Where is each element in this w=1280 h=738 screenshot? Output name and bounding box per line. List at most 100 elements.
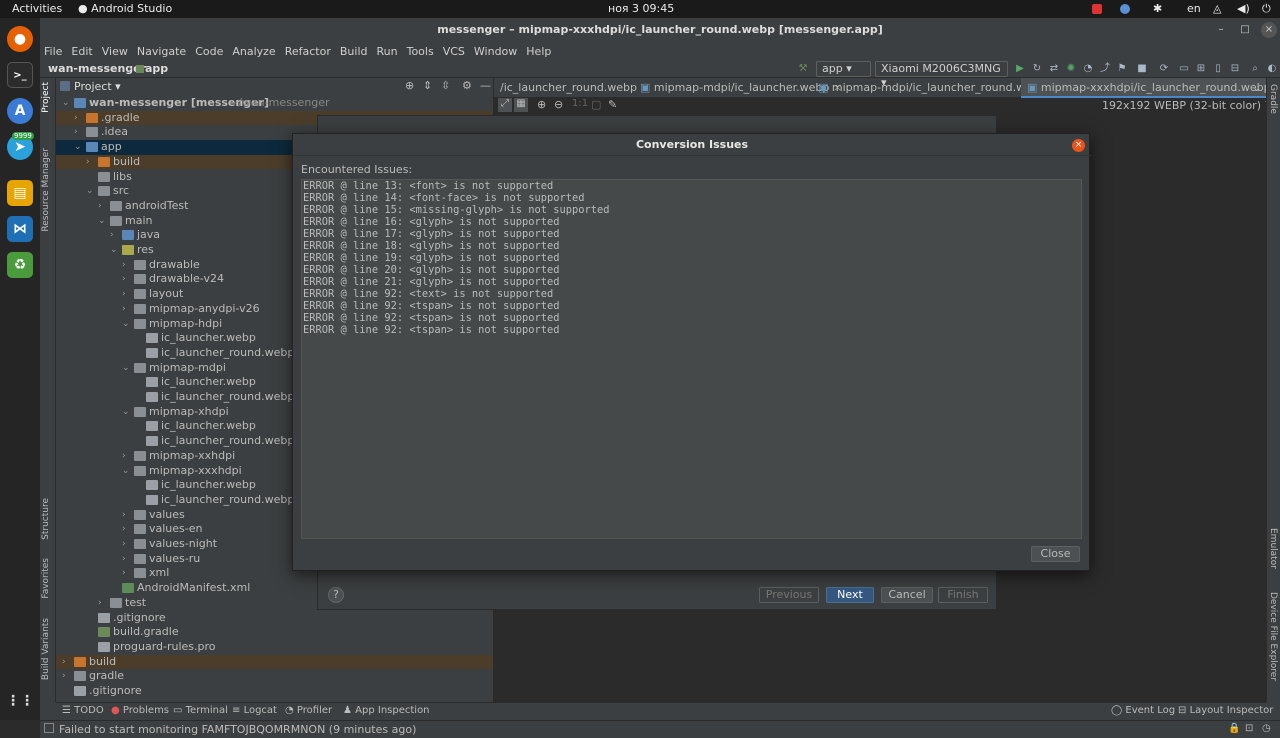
menu-file[interactable]: File	[44, 45, 62, 58]
menu-build[interactable]: Build	[340, 45, 368, 58]
tree-item[interactable]: build.gradle	[56, 625, 493, 640]
power-icon[interactable]: ⏻	[1262, 2, 1271, 16]
zoom-in-icon[interactable]: ⊕	[537, 98, 546, 111]
chevron-down-icon[interactable]: ⌄	[62, 96, 72, 111]
chevron-right-icon[interactable]: ›	[110, 228, 120, 243]
wifi-icon[interactable]: ◬	[1213, 2, 1221, 15]
apply-changes-icon[interactable]: ↻	[1030, 62, 1044, 76]
memory-indicator-icon[interactable]: ⊡	[1245, 723, 1253, 734]
tab-ic-launcher-round[interactable]: /ic_launcher_round.webp ×	[494, 78, 656, 98]
android-studio-icon[interactable]: A	[7, 98, 33, 124]
chevron-down-icon[interactable]: ⌄	[86, 184, 96, 199]
terminal-icon[interactable]: >_	[7, 62, 33, 88]
chevron-down-icon[interactable]: ⌄	[122, 464, 132, 479]
grid-icon[interactable]: ▦	[514, 98, 528, 112]
gear-icon[interactable]: ⚙	[462, 79, 472, 92]
cancel-button[interactable]: Cancel	[881, 587, 933, 603]
chevron-right-icon[interactable]: ›	[122, 302, 132, 317]
menu-window[interactable]: Window	[474, 45, 517, 58]
toggle-tool-windows-icon[interactable]	[44, 723, 54, 733]
close-window-icon[interactable]: ×	[1261, 22, 1277, 38]
chevron-down-icon[interactable]: ⌄	[122, 361, 132, 376]
debug-icon[interactable]: ✺	[1064, 62, 1078, 76]
chevron-down-icon[interactable]: ⌄	[122, 405, 132, 420]
chevron-right-icon[interactable]: ›	[122, 566, 132, 581]
activities-button[interactable]: Activities	[12, 2, 62, 15]
menu-vcs[interactable]: VCS	[443, 45, 465, 58]
menu-code[interactable]: Code	[195, 45, 223, 58]
next-button[interactable]: Next	[826, 587, 874, 603]
tree-item[interactable]: › build	[56, 654, 493, 670]
project-tool-tab[interactable]: Project	[41, 82, 51, 113]
search-icon[interactable]: ⌕	[1248, 62, 1262, 76]
chevron-right-icon[interactable]: ›	[122, 552, 132, 567]
terminal-tool-button[interactable]: ▭ Terminal	[173, 705, 228, 716]
hammer-icon[interactable]: ⚒	[796, 62, 810, 76]
files-icon[interactable]: ▤	[7, 180, 33, 206]
maximize-icon[interactable]: □	[1237, 22, 1253, 38]
chevron-right-icon[interactable]: ›	[122, 508, 132, 523]
chevron-down-icon[interactable]: ⌄	[110, 243, 120, 258]
avd-manager-icon[interactable]: ▯	[1211, 62, 1225, 76]
chevron-right-icon[interactable]: ›	[86, 155, 96, 170]
collapse-all-icon[interactable]: ⇳	[441, 79, 450, 92]
expand-all-icon[interactable]: ⇕	[423, 79, 432, 92]
hide-panel-icon[interactable]: —	[480, 79, 491, 92]
profiler-tool-button[interactable]: ◔ Profiler	[285, 705, 332, 716]
tree-item[interactable]: .gitignore	[56, 684, 493, 699]
app-inspection-tool-button[interactable]: ♟ App Inspection	[343, 705, 430, 716]
trash-icon[interactable]: ♻	[7, 252, 33, 278]
vscode-icon[interactable]: ⋈	[7, 216, 33, 242]
help-button[interactable]: ?	[328, 587, 344, 603]
gradle-tool-tab[interactable]: Gradle	[1268, 84, 1278, 114]
sync-gradle-icon[interactable]: ⟳	[1157, 62, 1171, 76]
layout-inspector-tool-button[interactable]: ⊟ Layout Inspector	[1178, 705, 1273, 716]
sdk-manager-icon[interactable]: ⊞	[1194, 62, 1208, 76]
menu-analyze[interactable]: Analyze	[232, 45, 275, 58]
apply-code-icon[interactable]: ⇄	[1047, 62, 1061, 76]
notifications-icon[interactable]: ◷	[1262, 723, 1271, 734]
device-select[interactable]: Xiaomi M2006C3MNG ▾	[875, 61, 1008, 89]
device-file-explorer-tool-tab[interactable]: Device File Explorer	[1268, 592, 1278, 681]
issues-list[interactable]: ERROR @ line 13: <font> is not supported…	[301, 179, 1082, 539]
chevron-down-icon[interactable]: ⌄	[74, 140, 84, 155]
menu-refactor[interactable]: Refactor	[285, 45, 331, 58]
menu-tools[interactable]: Tools	[407, 45, 434, 58]
chevron-down-icon[interactable]: ⌄	[98, 214, 108, 229]
menu-help[interactable]: Help	[526, 45, 551, 58]
chevron-right-icon[interactable]: ›	[122, 522, 132, 537]
chevron-right-icon[interactable]: ›	[62, 669, 72, 684]
chevron-right-icon[interactable]: ›	[122, 537, 132, 552]
network-icon[interactable]	[1120, 4, 1130, 14]
menu-edit[interactable]: Edit	[71, 45, 92, 58]
chevron-right-icon[interactable]: ›	[98, 199, 108, 214]
close-button[interactable]: Close	[1031, 546, 1080, 562]
tabs-overflow-icon[interactable]: ⌄	[1246, 78, 1267, 98]
color-picker-icon[interactable]: ✎	[608, 98, 617, 111]
problems-tool-button[interactable]: ● Problems	[111, 705, 169, 716]
structure-tool-tab[interactable]: Structure	[41, 498, 51, 540]
tab-xxxhdpi-ic-launcher-round[interactable]: ▣ mipmap-xxxhdpi/ic_launcher_round.webp …	[1021, 78, 1280, 98]
layout-inspector-icon[interactable]: ⊟	[1228, 62, 1242, 76]
event-log-tool-button[interactable]: ◯ Event Log	[1111, 705, 1175, 716]
chevron-right-icon[interactable]: ›	[122, 258, 132, 273]
firefox-icon[interactable]: ●	[7, 26, 33, 52]
chevron-right-icon[interactable]: ›	[62, 655, 72, 670]
run-tests-icon[interactable]: ⚑	[1115, 62, 1129, 76]
clock[interactable]: ноя 3 09:45	[608, 2, 674, 15]
tree-item[interactable]: › gradle	[56, 669, 493, 684]
project-view-selector[interactable]: Project ▾	[74, 80, 121, 93]
logcat-tool-button[interactable]: ≡ Logcat	[232, 705, 277, 716]
tree-item[interactable]: proguard-rules.pro	[56, 640, 493, 655]
chevron-right-icon[interactable]: ›	[122, 449, 132, 464]
chevron-right-icon[interactable]: ›	[98, 596, 108, 611]
menu-view[interactable]: View	[102, 45, 128, 58]
favorites-tool-tab[interactable]: Favorites	[41, 558, 51, 599]
stop-icon[interactable]: ■	[1135, 62, 1149, 76]
resource-manager-tool-tab[interactable]: Resource Manager	[41, 148, 51, 232]
zoom-out-icon[interactable]: ⊖	[554, 98, 563, 111]
device-manager-icon[interactable]: ▭	[1177, 62, 1191, 76]
chevron-right-icon[interactable]: ›	[122, 287, 132, 302]
app-indicator[interactable]: ● Android Studio	[78, 2, 172, 15]
chevron-right-icon[interactable]: ›	[122, 272, 132, 287]
